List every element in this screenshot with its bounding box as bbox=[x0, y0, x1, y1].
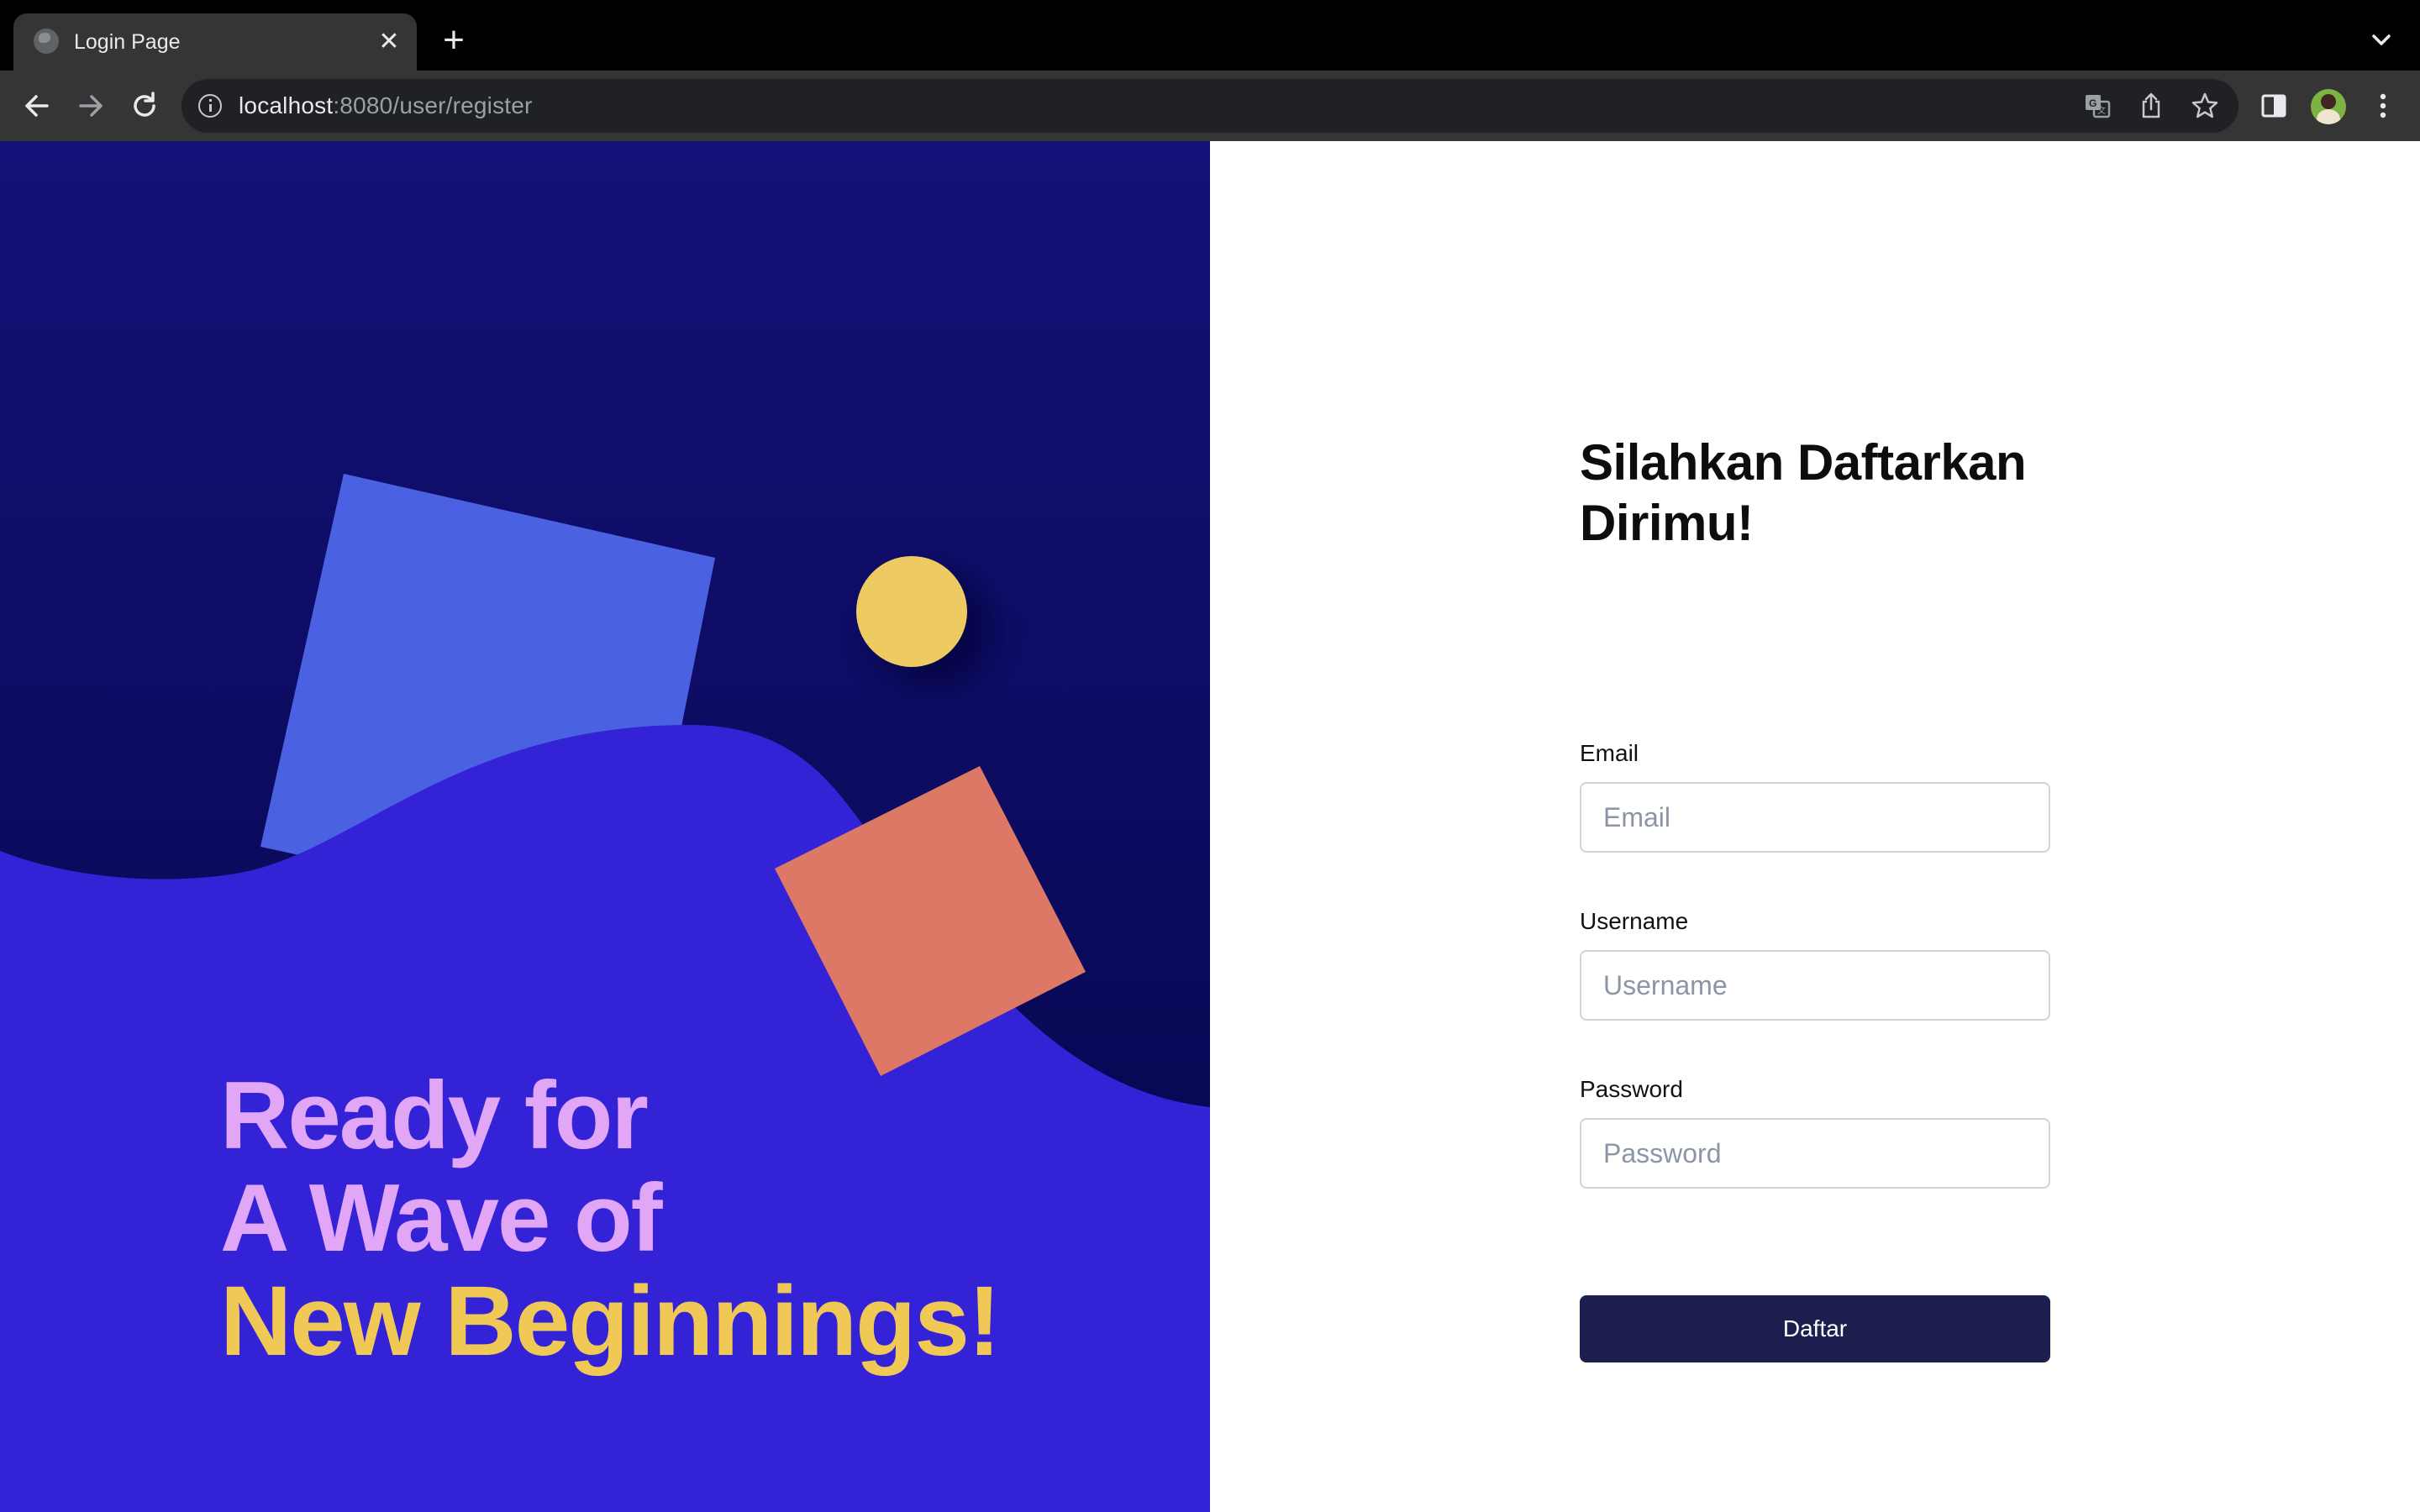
browser-tab[interactable]: Login Page ✕ bbox=[13, 13, 417, 71]
chevron-down-icon[interactable] bbox=[2366, 25, 2396, 55]
close-icon[interactable]: ✕ bbox=[375, 28, 403, 56]
email-label: Email bbox=[1580, 740, 1639, 766]
register-button[interactable]: Daftar bbox=[1580, 1295, 2050, 1362]
browser-tab-bar: Login Page ✕ + bbox=[0, 0, 2420, 71]
page-title: Silahkan Daftarkan Dirimu! bbox=[1580, 434, 2027, 551]
username-field[interactable] bbox=[1580, 950, 2050, 1021]
username-label: Username bbox=[1580, 908, 1689, 934]
hero-shape-yellow-circle bbox=[856, 556, 967, 667]
page-content: Ready for A Wave of New Beginnings! Sila… bbox=[0, 141, 2420, 1512]
translate-icon[interactable]: G 文 bbox=[2082, 91, 2112, 121]
hero-line-1: Ready for bbox=[220, 1063, 649, 1169]
password-field[interactable] bbox=[1580, 1118, 2050, 1189]
hero-line-2: A Wave of bbox=[220, 1165, 663, 1272]
kebab-menu-icon[interactable] bbox=[2366, 89, 2400, 123]
plus-icon[interactable]: + bbox=[437, 22, 471, 59]
hero-headline: Ready for A Wave of New Beginnings! bbox=[220, 1063, 1001, 1377]
address-bar[interactable]: localhost:8080/user/register G 文 bbox=[182, 79, 2238, 133]
email-field[interactable] bbox=[1580, 782, 2050, 853]
info-icon[interactable] bbox=[198, 94, 222, 118]
url-text[interactable]: localhost:8080/user/register bbox=[239, 92, 533, 119]
svg-text:文: 文 bbox=[2097, 105, 2106, 116]
password-label: Password bbox=[1580, 1076, 1683, 1102]
svg-text:G: G bbox=[2089, 97, 2096, 109]
globe-icon bbox=[34, 29, 59, 54]
reload-icon[interactable] bbox=[124, 86, 165, 126]
avatar[interactable] bbox=[2311, 89, 2346, 124]
star-icon[interactable] bbox=[2190, 91, 2220, 121]
hero-illustration: Ready for A Wave of New Beginnings! bbox=[0, 141, 1210, 1512]
register-form: Silahkan Daftarkan Dirimu! Email Usernam… bbox=[1580, 433, 2050, 1362]
hero-line-3: New Beginnings! bbox=[220, 1266, 1001, 1377]
arrow-left-icon[interactable] bbox=[17, 86, 57, 126]
browser-toolbar: localhost:8080/user/register G 文 bbox=[0, 71, 2420, 141]
arrow-right-icon[interactable] bbox=[71, 86, 111, 126]
share-icon[interactable] bbox=[2136, 91, 2166, 121]
side-panel-icon[interactable] bbox=[2257, 89, 2291, 123]
tab-title: Login Page bbox=[74, 30, 181, 54]
